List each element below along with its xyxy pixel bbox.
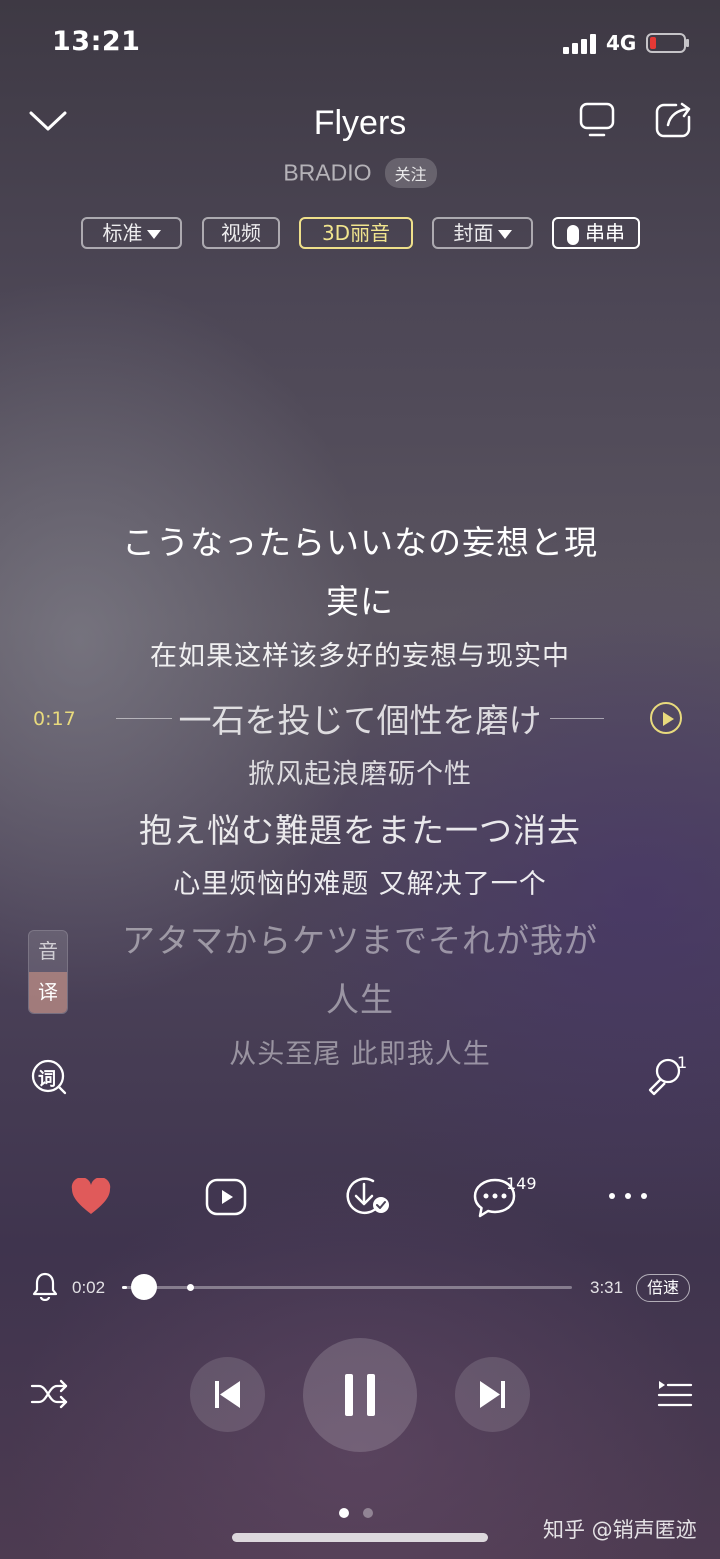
signal-icon <box>563 34 596 54</box>
cover-dropdown[interactable]: 封面 <box>432 217 533 249</box>
toggle-translation[interactable]: 译 <box>29 972 67 1013</box>
play-from-line-icon[interactable] <box>650 702 682 734</box>
page-indicator <box>332 1503 380 1522</box>
lyric-translation: 从头至尾 此即我人生 <box>229 1039 491 1070</box>
home-indicator[interactable] <box>232 1533 488 1542</box>
dropdown-arrow-icon <box>146 230 161 239</box>
lyric-settings-button[interactable]: 词 <box>30 1058 68 1096</box>
progress-fill <box>122 1286 127 1289</box>
chuan-toggle[interactable]: 串串 <box>552 217 640 249</box>
chuan-label: 串串 <box>585 221 625 245</box>
video-button[interactable]: 视频 <box>202 217 280 249</box>
lyric-translation: 掀风起浪磨砺个性 <box>248 759 472 790</box>
elapsed-time: 0:02 <box>72 1278 106 1297</box>
page-dot <box>339 1508 349 1518</box>
toggle-knob <box>567 224 579 245</box>
lyric-line[interactable]: 抱え悩む難題をまた一つ消去 <box>0 804 720 852</box>
music-video-icon[interactable] <box>205 1177 247 1217</box>
share-icon[interactable] <box>654 101 694 139</box>
next-button[interactable] <box>455 1357 530 1432</box>
lyric-translation: 心里烦恼的难题 又解决了一个 <box>173 869 547 900</box>
artist-row: BRADIO 关注 <box>0 158 720 188</box>
previous-button[interactable] <box>190 1357 265 1432</box>
mic-badge: 1 <box>677 1053 688 1072</box>
playback-speed-button[interactable]: 倍速 <box>636 1274 690 1302</box>
comments-button[interactable]: 149 <box>472 1172 542 1220</box>
status-time: 13:21 <box>52 26 141 57</box>
artist-name[interactable]: BRADIO <box>283 160 371 186</box>
lyric-line[interactable]: アタマからケツまでそれが我が <box>0 914 720 962</box>
lyric-line[interactable]: こうなったらいいなの妄想と現 <box>0 516 720 564</box>
lyric-line[interactable]: 実に <box>0 575 720 623</box>
battery-icon <box>646 33 689 53</box>
lyric-line[interactable]: 人生 <box>0 973 720 1021</box>
watermark: 知乎 @销声匿迹 <box>543 1518 697 1542</box>
comment-count: 149 <box>506 1174 537 1193</box>
cover-label: 封面 <box>453 221 494 245</box>
previous-icon <box>215 1381 240 1408</box>
playlist-icon[interactable] <box>656 1378 694 1410</box>
quality-standard-label: 标准 <box>102 221 143 245</box>
climax-marker <box>187 1284 194 1291</box>
network-type: 4G <box>606 31 637 55</box>
page-dot <box>363 1508 373 1518</box>
karaoke-button[interactable]: 1 <box>646 1053 688 1097</box>
toggle-phonetic[interactable]: 音 <box>29 931 67 972</box>
lyric-button-label: 词 <box>38 1069 56 1090</box>
progress-thumb[interactable] <box>130 1274 157 1300</box>
heart-icon[interactable] <box>70 1178 112 1216</box>
quality-standard-dropdown[interactable]: 标准 <box>81 217 182 249</box>
follow-button[interactable]: 关注 <box>384 158 437 188</box>
pause-icon <box>345 1374 375 1416</box>
dropdown-arrow-icon <box>497 230 512 239</box>
romaji-translation-toggle[interactable]: 音 译 <box>28 930 68 1014</box>
next-icon <box>480 1381 505 1408</box>
more-icon[interactable] <box>606 1188 650 1204</box>
shuffle-icon[interactable] <box>30 1378 70 1410</box>
lyric-translation: 在如果这样该多好的妄想与现实中 <box>150 641 570 672</box>
total-time: 3:31 <box>590 1278 624 1297</box>
download-icon[interactable] <box>343 1175 391 1219</box>
pause-button[interactable] <box>303 1338 417 1452</box>
lyric-line-current[interactable]: 一石を投じて個性を磨け <box>0 694 720 742</box>
audio-3d-button[interactable]: 3D丽音 <box>299 217 413 249</box>
bell-icon[interactable] <box>32 1271 58 1301</box>
tv-cast-icon[interactable] <box>578 101 616 139</box>
